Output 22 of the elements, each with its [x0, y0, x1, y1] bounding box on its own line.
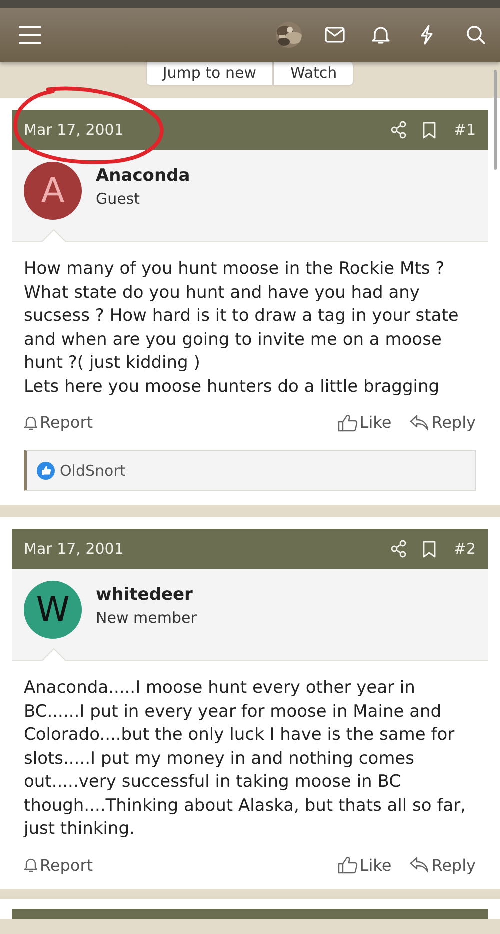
username[interactable]: Anaconda: [96, 166, 190, 186]
user-avatar: W: [24, 581, 82, 639]
post-date: Mar 17, 2001: [24, 121, 125, 139]
like-button[interactable]: Like: [338, 413, 392, 432]
post-number-link[interactable]: #1: [454, 121, 476, 139]
report-button[interactable]: Report: [24, 413, 94, 432]
post-text: Lets here you moose hunters do a little bragging: [24, 376, 441, 398]
user-avatar: A: [24, 162, 82, 220]
username[interactable]: whitedeer: [96, 585, 197, 605]
reply-button[interactable]: Reply: [410, 856, 476, 874]
user-title: New member: [96, 609, 197, 627]
post-number-link[interactable]: #2: [454, 540, 476, 558]
like-button[interactable]: Like: [338, 856, 392, 874]
post-text: Anaconda.....I moose hunt every other year in BC......I put in every year for moose in Maine and Colorado....but the only luck I have is the same for slots.....I put my money in and nothing comes out.....very successful in taking moose in BC though....Thinking about Alaska, but thats all so far, just thinking.: [24, 677, 467, 841]
report-button[interactable]: Report: [24, 856, 94, 874]
watch-button[interactable]: Watch: [273, 62, 354, 86]
post-date: Mar 17, 2001: [24, 540, 125, 558]
reaction-user-link[interactable]: OldSnort: [60, 462, 126, 480]
post-text: How many of you hunt moose in the Rockie Mts ? What state do you hunt and have you had any sucsess ? How hard is it to draw a tag in your state and when are you going to invite me on a moose hunt ?( just kidding ): [24, 258, 460, 375]
jump-to-new-button[interactable]: Jump to new: [146, 62, 274, 86]
user-title: Guest: [96, 190, 142, 208]
reply-button[interactable]: Reply: [410, 413, 476, 432]
